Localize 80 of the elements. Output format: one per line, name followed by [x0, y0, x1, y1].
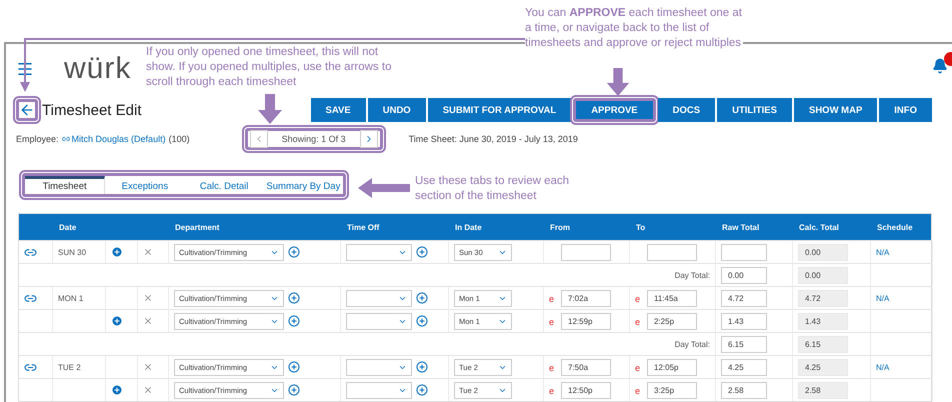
column-header: Schedule	[876, 222, 914, 232]
delete-icon[interactable]	[143, 293, 153, 303]
add-icon[interactable]	[111, 384, 123, 396]
raw-total-field[interactable]: 4.72	[721, 290, 767, 306]
column-header: In Date	[454, 222, 483, 232]
column-header: Raw Total	[721, 222, 760, 232]
day-raw-total-field: 0.00	[721, 266, 767, 284]
calc-total-field: 2.58	[798, 382, 848, 398]
date-text: MON 1	[58, 294, 84, 302]
employee-link[interactable]: Mitch Douglas (Default)	[62, 134, 166, 144]
column-header: To	[635, 222, 646, 232]
from-field[interactable]: 7:02a	[561, 290, 611, 306]
toolbar-button[interactable]: UTILITIES	[717, 98, 792, 122]
employee-number: (100)	[168, 134, 190, 144]
edited-mark: e	[635, 363, 640, 373]
to-field[interactable]: 11:45a	[647, 290, 697, 306]
delete-icon[interactable]	[143, 385, 153, 395]
edited-mark: e	[635, 386, 640, 396]
schedule-link[interactable]: N/A	[876, 362, 890, 372]
delete-icon[interactable]	[143, 362, 153, 372]
edited-mark: e	[549, 386, 554, 396]
to-field[interactable]	[647, 244, 697, 260]
raw-total-field[interactable]: 2.58	[721, 382, 767, 398]
edited-mark: e	[635, 317, 640, 327]
pager-text: Showing: 1 Of 3	[280, 134, 347, 144]
day-total-label: Day Total:	[674, 270, 710, 280]
calc-total-field: 0.00	[798, 244, 848, 260]
edited-mark: e	[635, 294, 640, 304]
column-header: Calc. Total	[798, 222, 840, 232]
day-raw-total-field: 6.15	[721, 336, 767, 352]
toolbar-button[interactable]: INFO	[879, 98, 932, 122]
edited-mark: e	[549, 317, 554, 327]
to-field[interactable]: 2:25p	[647, 312, 697, 330]
day-calc-total-field: 0.00	[798, 266, 848, 284]
to-field[interactable]: 3:25p	[647, 382, 697, 398]
edited-mark: e	[549, 363, 554, 373]
edited-mark: e	[549, 294, 554, 304]
back-button[interactable]	[16, 99, 38, 121]
column-header: Date	[58, 222, 78, 232]
toolbar-button[interactable]: UNDO	[368, 98, 426, 122]
page-title: Timesheet Edit	[42, 102, 142, 118]
from-field[interactable]: 12:50p	[561, 382, 611, 398]
date-text: SUN 30	[58, 248, 86, 256]
column-header: From	[549, 222, 571, 232]
raw-total-field[interactable]	[721, 244, 767, 260]
column-header: Department	[174, 222, 220, 232]
toolbar-button[interactable]: SUBMIT FOR APPROVAL	[428, 98, 572, 122]
toolbar-button[interactable]: DOCS	[658, 98, 716, 122]
calc-total-field: 4.72	[798, 290, 848, 306]
logo: würk	[64, 52, 132, 86]
tab[interactable]: Timesheet	[25, 176, 106, 194]
to-field[interactable]: 12:05p	[647, 358, 697, 376]
delete-icon[interactable]	[143, 247, 153, 257]
column-header: Time Off	[346, 222, 380, 232]
period-text: Time Sheet: June 30, 2019 - July 13, 2019	[408, 134, 578, 144]
down-arrow-icon	[606, 68, 630, 96]
schedule-link[interactable]: N/A	[876, 294, 890, 302]
callout-text: If you only opened one timesheet, this will not show. If you opened multiples, use the arrows to scroll through each timesheet	[146, 45, 392, 90]
employee-label: Employee:	[16, 134, 59, 144]
add-icon[interactable]	[111, 315, 123, 327]
raw-total-field[interactable]: 1.43	[721, 312, 767, 330]
date-text: TUE 2	[58, 362, 81, 372]
day-total-label: Day Total:	[674, 340, 710, 348]
toolbar-button[interactable]: SAVE	[310, 98, 366, 122]
toolbar-button[interactable]: SHOW MAP	[794, 98, 878, 122]
callout-text: You can APPROVE each timesheet one at a time, or navigate back to the list of timesheets and approve or reject multiples	[525, 6, 743, 51]
left-arrow-icon	[358, 178, 410, 198]
from-field[interactable]	[561, 244, 611, 260]
toolbar-button[interactable]: APPROVE	[573, 98, 656, 122]
link-icon	[62, 135, 70, 143]
calc-total-field: 1.43	[798, 312, 848, 330]
bell-icon[interactable]	[932, 58, 948, 74]
from-field[interactable]: 12:59p	[561, 312, 611, 330]
schedule-link[interactable]: N/A	[876, 248, 890, 256]
day-calc-total-field: 6.15	[798, 336, 848, 352]
calc-total-field: 4.25	[798, 358, 848, 376]
raw-total-field[interactable]: 4.25	[721, 358, 767, 376]
add-icon[interactable]	[111, 246, 123, 258]
from-field[interactable]: 7:50a	[561, 358, 611, 376]
delete-icon[interactable]	[143, 316, 153, 326]
